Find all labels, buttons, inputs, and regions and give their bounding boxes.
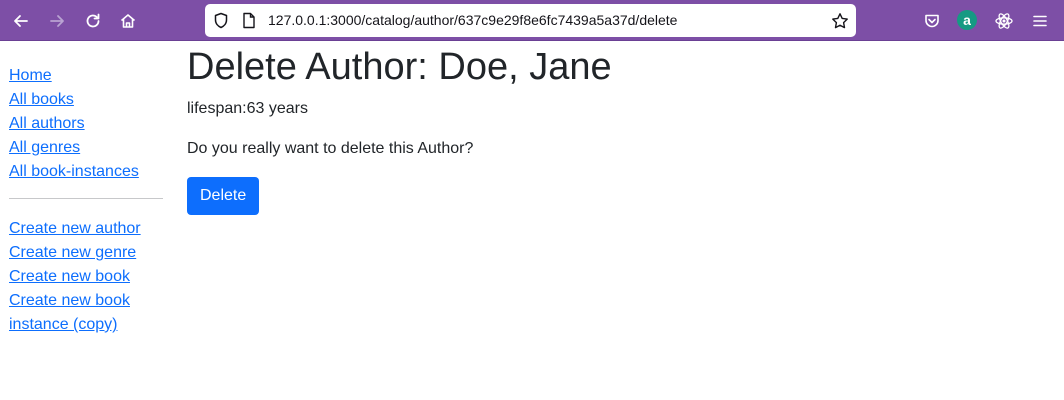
browser-toolbar: 127.0.0.1:3000/catalog/author/637c9e29f8… xyxy=(0,0,1064,41)
shield-icon[interactable] xyxy=(213,12,229,29)
forward-button[interactable] xyxy=(43,7,71,35)
star-icon[interactable] xyxy=(831,12,849,30)
sidebar-link-create-book-instance-copy[interactable]: instance (copy) xyxy=(9,313,163,337)
home-button[interactable] xyxy=(114,7,142,35)
pocket-icon xyxy=(925,14,939,28)
sidebar: Home All books All authors All genres Al… xyxy=(9,64,163,337)
url-text[interactable]: 127.0.0.1:3000/catalog/author/637c9e29f8… xyxy=(268,4,677,37)
sidebar-link-all-authors[interactable]: All authors xyxy=(9,112,163,136)
react-devtools-button[interactable] xyxy=(990,7,1018,35)
reload-icon xyxy=(86,13,100,28)
author-lifespan: lifespan:63 years xyxy=(187,100,308,117)
page-title: Delete Author: Doe, Jane xyxy=(187,46,612,88)
delete-button[interactable]: Delete xyxy=(187,177,260,215)
confirm-message: Do you really want to delete this Author… xyxy=(187,140,474,157)
sidebar-link-create-author[interactable]: Create new author xyxy=(9,217,163,241)
sidebar-link-all-genres[interactable]: All genres xyxy=(9,136,163,160)
home-icon xyxy=(120,14,136,28)
sidebar-link-create-genre[interactable]: Create new genre xyxy=(9,241,163,265)
reload-button[interactable] xyxy=(79,7,107,35)
back-button[interactable] xyxy=(7,7,35,35)
pocket-button[interactable] xyxy=(918,7,946,35)
main-content: Delete Author: Doe, Jane lifespan:63 yea… xyxy=(187,44,1047,215)
extension-badge[interactable]: a xyxy=(957,10,977,30)
sidebar-link-create-book-instance[interactable]: Create new book xyxy=(9,289,163,313)
sidebar-link-create-book[interactable]: Create new book xyxy=(9,265,163,289)
sidebar-link-all-book-instances[interactable]: All book-instances xyxy=(9,160,163,184)
menu-button[interactable] xyxy=(1026,7,1054,35)
menu-icon xyxy=(1033,15,1047,27)
sidebar-divider xyxy=(9,198,163,199)
page-icon[interactable] xyxy=(242,12,256,29)
back-icon xyxy=(14,15,28,27)
forward-icon xyxy=(50,15,64,27)
address-bar[interactable]: 127.0.0.1:3000/catalog/author/637c9e29f8… xyxy=(205,4,856,37)
react-icon xyxy=(995,13,1013,29)
sidebar-link-home[interactable]: Home xyxy=(9,64,163,88)
sidebar-link-all-books[interactable]: All books xyxy=(9,88,163,112)
